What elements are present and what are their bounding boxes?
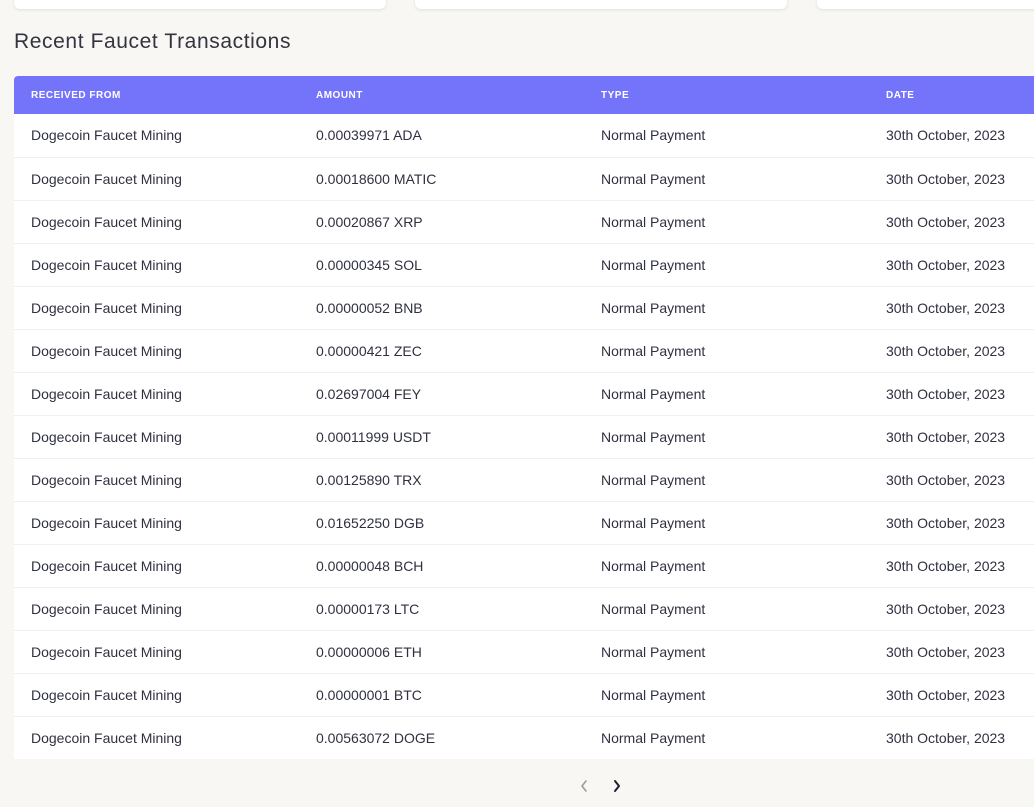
amount-cell: 0.00018600 MATIC <box>299 157 584 201</box>
table-row: Dogecoin Faucet Mining 0.00000006 ETH Norm… <box>14 630 1034 674</box>
received-from-cell: Dogecoin Faucet Mining <box>14 544 299 588</box>
received-from-cell: Dogecoin Faucet Mining <box>14 329 299 373</box>
amount-cell: 0.00020867 XRP <box>299 200 584 244</box>
type-cell: Normal Payment <box>584 630 869 674</box>
summary-card <box>817 0 1034 9</box>
table-header: RECEIVED FROM AMOUNT TYPE DATE <box>14 76 1034 114</box>
received-from-cell: Dogecoin Faucet Mining <box>14 673 299 717</box>
received-from-cell: Dogecoin Faucet Mining <box>14 458 299 502</box>
type-cell: Normal Payment <box>584 458 869 502</box>
table-row: Dogecoin Faucet Mining 0.00000173 LTC Norm… <box>14 587 1034 631</box>
received-from-cell: Dogecoin Faucet Mining <box>14 501 299 545</box>
date-cell: 30th October, 2023 <box>869 415 1034 459</box>
type-cell: Normal Payment <box>584 329 869 373</box>
section-title: Recent Faucet Transactions <box>14 30 292 53</box>
type-cell: Normal Payment <box>584 286 869 330</box>
amount-cell: 0.00000048 BCH <box>299 544 584 588</box>
column-header-date: DATE <box>886 89 915 101</box>
amount-cell: 0.00039971 ADA <box>299 114 584 158</box>
date-cell: 30th October, 2023 <box>886 729 1006 746</box>
table-row: Dogecoin Faucet Mining 0.00563072 DOGE Nor… <box>14 716 1034 759</box>
previous-page-button[interactable] <box>573 774 595 798</box>
date-cell: 30th October, 2023 <box>869 630 1034 674</box>
date-cell: 30th October, 2023 <box>869 286 1034 330</box>
received-from-cell: Dogecoin Faucet Mining <box>14 415 299 459</box>
type-cell: Normal Payment <box>584 200 869 244</box>
table-row: Dogecoin Faucet Mining 0.00125890 TRX Norm… <box>14 458 1034 502</box>
amount-cell: 0.00000421 ZEC <box>299 329 584 373</box>
received-from-cell: Dogecoin Faucet Mining <box>14 157 299 201</box>
summary-cards-strip <box>0 0 1034 12</box>
transactions-table: RECEIVED FROM AMOUNT TYPE DATE Dogecoin … <box>14 76 1034 759</box>
received-from-cell: Dogecoin Faucet Mining <box>14 587 299 631</box>
pagination <box>573 774 639 798</box>
amount-cell: 0.00011999 USDT <box>299 415 584 459</box>
amount-cell: 0.00000001 BTC <box>299 673 584 717</box>
summary-card <box>415 0 787 9</box>
table-row: Dogecoin Faucet Mining 0.00000421 ZEC Norm… <box>14 329 1034 373</box>
received-from-cell: Dogecoin Faucet Mining <box>14 372 299 416</box>
column-header-received-from: RECEIVED FROM <box>31 89 121 101</box>
date-cell: 30th October, 2023 <box>869 329 1034 373</box>
type-cell: Normal Payment <box>584 157 869 201</box>
table-row: Dogecoin Faucet Mining 0.00011999 USDT Nor… <box>14 415 1034 459</box>
date-cell: 30th October, 2023 <box>869 114 1034 158</box>
received-from-cell: Dogecoin Faucet Mining <box>14 630 299 674</box>
type-cell: Normal Payment <box>584 673 869 717</box>
amount-cell: 0.00563072 DOGE <box>316 729 436 746</box>
received-from-cell: Dogecoin Faucet Mining <box>14 200 299 244</box>
table-row: Dogecoin Faucet Mining 0.00000052 BNB Norm… <box>14 286 1034 330</box>
date-cell: 30th October, 2023 <box>869 587 1034 631</box>
column-header-type: TYPE <box>601 89 630 101</box>
summary-card <box>14 0 386 9</box>
date-cell: 30th October, 2023 <box>869 243 1034 287</box>
date-cell: 30th October, 2023 <box>869 673 1034 717</box>
date-cell: 30th October, 2023 <box>869 544 1034 588</box>
amount-cell: 0.00000006 ETH <box>299 630 584 674</box>
date-cell: 30th October, 2023 <box>869 200 1034 244</box>
transactions-table-container: RECEIVED FROM AMOUNT TYPE DATE Dogecoin … <box>14 76 1034 759</box>
table-row: Dogecoin Faucet Mining 0.02697004 FEY Norm… <box>14 372 1034 416</box>
date-cell: 30th October, 2023 <box>869 458 1034 502</box>
received-from-cell: Dogecoin Faucet Mining <box>31 729 182 746</box>
type-cell: Normal Payment <box>584 501 869 545</box>
table-row: Dogecoin Faucet Mining 0.00018600 MATIC No… <box>14 157 1034 201</box>
chevron-left-icon <box>581 780 587 792</box>
table-body: Dogecoin Faucet Mining 0.00039971 ADA Norm… <box>14 114 1034 759</box>
next-page-button[interactable] <box>606 774 628 798</box>
amount-cell: 0.02697004 FEY <box>299 372 584 416</box>
type-cell: Normal Payment <box>584 114 869 158</box>
table-row: Dogecoin Faucet Mining 0.00039971 ADA Norm… <box>14 114 1034 158</box>
chevron-right-icon <box>614 780 620 792</box>
amount-cell: 0.00000052 BNB <box>299 286 584 330</box>
date-cell: 30th October, 2023 <box>869 501 1034 545</box>
table-row: Dogecoin Faucet Mining 0.00000001 BTC Norm… <box>14 673 1034 717</box>
amount-cell: 0.00125890 TRX <box>299 458 584 502</box>
date-cell: 30th October, 2023 <box>869 157 1034 201</box>
type-cell: Normal Payment <box>601 729 706 746</box>
table-row: Dogecoin Faucet Mining 0.00000048 BCH Norm… <box>14 544 1034 588</box>
type-cell: Normal Payment <box>584 544 869 588</box>
amount-cell: 0.00000345 SOL <box>299 243 584 287</box>
received-from-cell: Dogecoin Faucet Mining <box>14 114 299 158</box>
table-row: Dogecoin Faucet Mining 0.00020867 XRP Norm… <box>14 200 1034 244</box>
amount-cell: 0.01652250 DGB <box>299 501 584 545</box>
amount-cell: 0.00000173 LTC <box>299 587 584 631</box>
table-row: Dogecoin Faucet Mining 0.01652250 DGB Norm… <box>14 501 1034 545</box>
date-cell: 30th October, 2023 <box>869 372 1034 416</box>
column-header-amount: AMOUNT <box>316 89 363 101</box>
type-cell: Normal Payment <box>584 415 869 459</box>
table-header-row: RECEIVED FROM AMOUNT TYPE DATE <box>14 76 1034 114</box>
type-cell: Normal Payment <box>584 587 869 631</box>
type-cell: Normal Payment <box>584 372 869 416</box>
received-from-cell: Dogecoin Faucet Mining <box>14 243 299 287</box>
received-from-cell: Dogecoin Faucet Mining <box>14 286 299 330</box>
table-row: Dogecoin Faucet Mining 0.00000345 SOL Norm… <box>14 243 1034 287</box>
type-cell: Normal Payment <box>584 243 869 287</box>
